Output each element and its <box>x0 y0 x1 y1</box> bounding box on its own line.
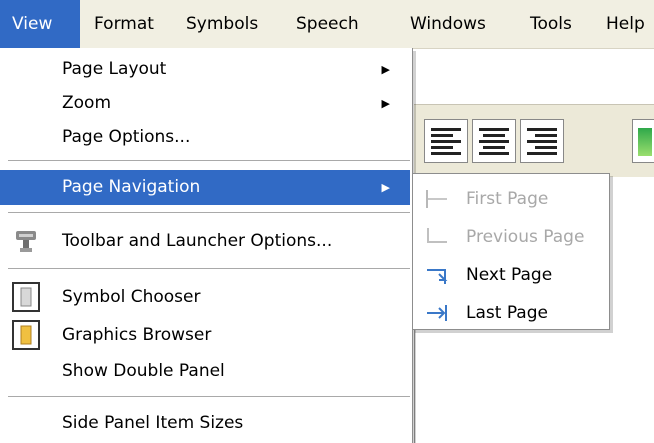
menu-item-page-options[interactable]: Page Options... <box>0 120 410 155</box>
menu-windows[interactable]: Windows <box>410 0 486 48</box>
submenu-arrow-icon: ▶ <box>381 181 390 194</box>
submenu-item-last-page[interactable]: Last Page <box>413 294 609 332</box>
menu-item-page-navigation[interactable]: Page Navigation ▶ <box>0 170 410 205</box>
menu-item-zoom[interactable]: Zoom ▶ <box>0 86 410 121</box>
menu-item-symbol-chooser[interactable]: Symbol Chooser <box>0 280 410 315</box>
menu-item-label: Side Panel Item Sizes <box>62 413 244 433</box>
color-swatch-icon <box>638 128 652 156</box>
submenu-item-label: Previous Page <box>466 227 585 247</box>
menu-separator <box>8 396 410 397</box>
menu-symbols[interactable]: Symbols <box>186 0 258 48</box>
align-left-icon <box>431 128 461 155</box>
align-right-icon <box>527 128 557 155</box>
menu-separator <box>8 268 410 269</box>
menu-help[interactable]: Help <box>606 0 645 48</box>
menu-speech[interactable]: Speech <box>296 0 359 48</box>
submenu-item-label: Last Page <box>466 303 548 323</box>
menu-item-toolbar-launcher-options[interactable]: Toolbar and Launcher Options... <box>0 224 410 259</box>
align-left-button[interactable] <box>424 119 468 163</box>
submenu-item-previous-page[interactable]: Previous Page <box>413 218 609 256</box>
menu-tools[interactable]: Tools <box>530 0 572 48</box>
menu-item-graphics-browser[interactable]: Graphics Browser <box>0 318 410 353</box>
menu-item-label: Toolbar and Launcher Options... <box>62 231 333 251</box>
last-page-icon <box>427 305 447 321</box>
menu-item-label: Graphics Browser <box>62 325 212 345</box>
submenu-arrow-icon: ▶ <box>381 97 390 110</box>
toolbar-settings-icon <box>16 231 36 252</box>
submenu-item-label: Next Page <box>466 265 553 285</box>
menu-item-label: Page Navigation <box>62 177 201 197</box>
align-center-button[interactable] <box>472 119 516 163</box>
submenu-item-label: First Page <box>466 189 549 209</box>
formatting-toolbar <box>414 104 654 177</box>
menu-format[interactable]: Format <box>94 0 154 48</box>
menu-item-side-panel-item-sizes[interactable]: Side Panel Item Sizes <box>0 406 410 441</box>
graphics-browser-icon <box>12 320 40 350</box>
color-swatch-button[interactable] <box>632 119 654 163</box>
submenu-item-next-page[interactable]: Next Page <box>413 256 609 294</box>
menu-item-label: Show Double Panel <box>62 361 225 381</box>
previous-page-icon <box>427 228 447 243</box>
next-page-icon <box>427 269 448 284</box>
menu-item-page-layout[interactable]: Page Layout ▶ <box>0 52 410 87</box>
menu-bar: View Format Symbols Speech Windows Tools… <box>0 0 654 49</box>
submenu-arrow-icon: ▶ <box>381 63 390 76</box>
menu-item-label: Symbol Chooser <box>62 287 201 307</box>
symbol-chooser-icon <box>12 282 40 312</box>
first-page-icon <box>426 190 447 208</box>
menu-item-show-double-panel[interactable]: Show Double Panel <box>0 354 410 389</box>
menu-item-label: Page Options... <box>62 127 191 147</box>
align-right-button[interactable] <box>520 119 564 163</box>
menu-separator <box>8 212 410 213</box>
menu-separator <box>8 160 410 161</box>
align-center-icon <box>479 128 509 155</box>
menu-item-label: Page Layout <box>62 59 167 79</box>
page-navigation-submenu: First Page Previous Page Next Page Last … <box>412 173 610 330</box>
view-menu-dropdown: Page Layout ▶ Zoom ▶ Page Options... Pag… <box>0 48 413 443</box>
submenu-item-first-page[interactable]: First Page <box>413 180 609 218</box>
menu-view[interactable]: View <box>0 0 80 48</box>
menu-item-label: Zoom <box>62 93 112 113</box>
